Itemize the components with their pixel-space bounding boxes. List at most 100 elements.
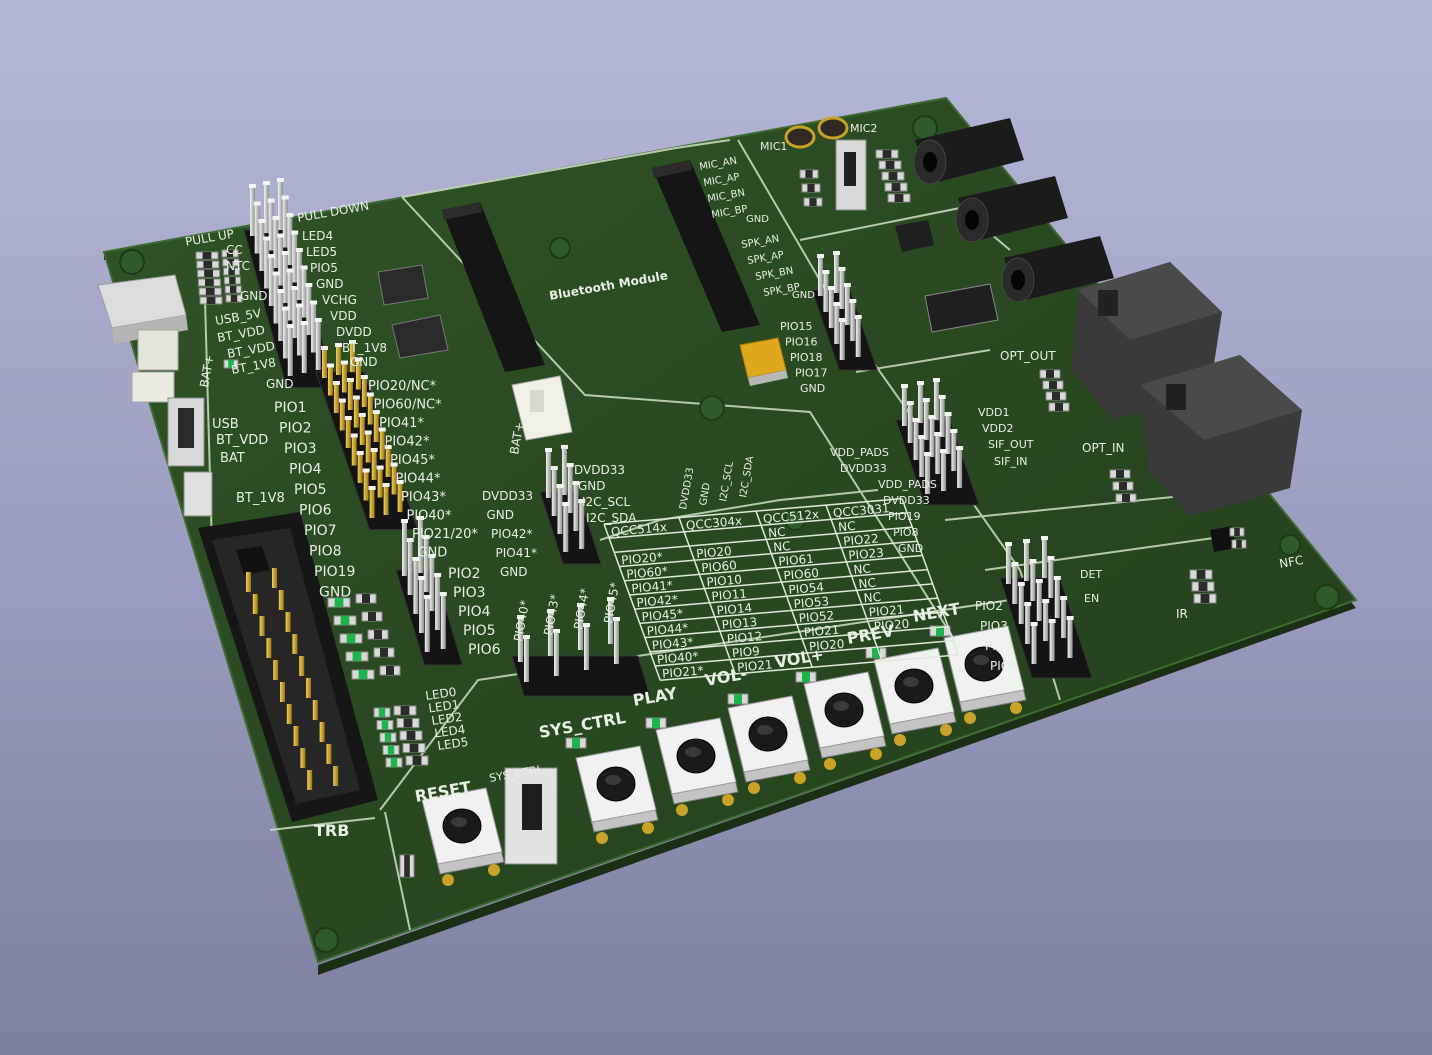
header-right-far-pin-tip bbox=[1023, 539, 1030, 543]
header-right-low-pin-tip bbox=[940, 449, 948, 453]
trb-pin bbox=[246, 572, 251, 592]
header-right-far-pin bbox=[1043, 601, 1049, 641]
smd-resistor-col bbox=[1191, 581, 1215, 592]
smd-led-col bbox=[385, 757, 403, 768]
right-low-label-1: DVDD33 bbox=[883, 494, 930, 507]
header-i2c-pin bbox=[557, 486, 563, 534]
table-cell: NC bbox=[858, 576, 877, 591]
header-gold-pin-tip bbox=[362, 468, 370, 473]
header-right-far-pin bbox=[1012, 564, 1018, 604]
slide-switch-mic[interactable] bbox=[835, 139, 867, 211]
header-right-mid-pin-tip bbox=[822, 270, 830, 274]
label-gnd-left: GND bbox=[266, 377, 294, 391]
header-right-low-pin bbox=[945, 414, 951, 454]
smd-resistor-col bbox=[195, 251, 219, 260]
header-gold-pin bbox=[383, 485, 389, 515]
smd-resistor-col bbox=[799, 169, 819, 179]
i2c-side-label-0: DVDD33 bbox=[482, 489, 533, 503]
trb-pin bbox=[333, 766, 339, 786]
header-right-low-pin bbox=[902, 386, 907, 426]
header-right-far-pin bbox=[1006, 544, 1011, 584]
header-right-low-pin-tip bbox=[934, 432, 942, 436]
right-mid-label-1: PIO16 bbox=[785, 336, 818, 349]
smd-resistor-col bbox=[1115, 493, 1137, 503]
smd-led-col bbox=[379, 665, 401, 676]
pio-mid-label-1: PIO60/NC* bbox=[374, 398, 443, 413]
header-lower-left-pin-tip bbox=[423, 595, 431, 599]
header-left-tall-pin bbox=[264, 238, 270, 289]
header-gold-pin bbox=[345, 418, 351, 448]
pio-mid-label-7: PIO40* bbox=[407, 509, 452, 524]
right-mid-label-4: GND bbox=[800, 382, 825, 395]
header-left-tall-pin bbox=[287, 270, 293, 321]
header-right-low-pin-tip bbox=[956, 446, 964, 450]
header-left-tall-pin-tip bbox=[253, 201, 261, 206]
header-right-low-pin bbox=[935, 434, 941, 474]
trb-pin bbox=[259, 616, 265, 636]
right-low-label-4: GND bbox=[898, 542, 923, 555]
header-lower-left-pin-tip bbox=[418, 576, 426, 580]
header-gold-pin-tip bbox=[332, 381, 340, 385]
label-gnd-top: GND bbox=[240, 289, 268, 303]
header-left-tall-pin bbox=[297, 305, 303, 356]
header-left-tall-pin bbox=[301, 323, 307, 373]
trb-pin bbox=[299, 656, 305, 676]
right-low-label-0: VDD_PADS bbox=[878, 478, 937, 491]
header-gold-pin bbox=[367, 394, 373, 425]
header-right-mid-pin bbox=[855, 317, 861, 357]
i2c-pin-label-1: GND bbox=[578, 479, 606, 493]
header-right-low-pin-tip bbox=[922, 398, 930, 402]
smd-resistor-col bbox=[1193, 593, 1217, 604]
label-bt-1v8-2: BT_1V8 bbox=[236, 491, 285, 506]
header-gold-pin-tip bbox=[346, 378, 354, 382]
header-lower-left-pin-tip bbox=[439, 592, 447, 596]
header-right-mid-pin-tip bbox=[849, 299, 857, 303]
slide-switch-sys-ctrl[interactable] bbox=[504, 767, 558, 865]
header-gold-pin-tip bbox=[370, 448, 378, 452]
header-right-far-pin bbox=[1030, 561, 1036, 601]
header-i2c-pin bbox=[546, 450, 551, 498]
header-right-low-pin bbox=[913, 420, 919, 460]
header-left-tall-pin-tip bbox=[272, 271, 280, 276]
smd-resistor-col bbox=[1109, 469, 1131, 479]
smd-resistor-col bbox=[223, 276, 241, 285]
smd-led-col bbox=[373, 707, 391, 718]
smd-resistor-col bbox=[1112, 481, 1134, 491]
header-right-far-pin-tip bbox=[1017, 582, 1025, 586]
table-cell: NC bbox=[768, 525, 787, 540]
pio-lower-label-2: PIO4 bbox=[458, 604, 491, 620]
header-right-low-pin bbox=[957, 448, 963, 488]
header-left-tall-pin-tip bbox=[277, 233, 285, 238]
pio-left-label-2: PIO3 bbox=[284, 441, 317, 457]
header-right-far-pin-tip bbox=[1041, 536, 1048, 540]
header-left-tall-pin bbox=[254, 203, 260, 254]
header-lower-left-pin bbox=[435, 575, 441, 630]
trb-pin bbox=[280, 682, 285, 702]
header-right-far-pin bbox=[1036, 581, 1042, 621]
header-right-far-pin bbox=[1018, 584, 1024, 624]
header-right-low-pin bbox=[941, 451, 947, 491]
header-left-tall-pin-tip bbox=[249, 184, 256, 188]
header-left-tall-pin-tip bbox=[296, 303, 304, 308]
smd-resistor-col bbox=[1039, 369, 1061, 379]
header-right-mid-pin-tip bbox=[854, 315, 862, 319]
pio-left-label-3: PIO4 bbox=[289, 462, 322, 478]
trb-pin bbox=[312, 700, 318, 720]
i2c-side-label-3: PIO41* bbox=[496, 546, 538, 560]
right-far-label-4: GND bbox=[995, 679, 1023, 693]
i2c-side-label-1: GND bbox=[487, 508, 515, 522]
header-right-far-pin bbox=[1031, 624, 1037, 664]
smd-led-col bbox=[402, 743, 426, 753]
trb-pin bbox=[306, 678, 311, 698]
header-gold-pin bbox=[357, 453, 363, 483]
label-sif-out: SIF_OUT bbox=[988, 438, 1034, 451]
header-left-tall-pin-tip bbox=[267, 254, 275, 258]
label-opt-out: OPT_OUT bbox=[1000, 349, 1056, 363]
table-cell: NC bbox=[863, 590, 882, 605]
header-gold-pin-tip bbox=[376, 465, 384, 470]
header-right-mid-pin bbox=[828, 288, 834, 328]
smd-led-col bbox=[393, 705, 417, 716]
header-gold-pin bbox=[361, 377, 367, 407]
header-gold-pin bbox=[339, 400, 345, 431]
label-gnd-2: GND bbox=[316, 277, 344, 291]
